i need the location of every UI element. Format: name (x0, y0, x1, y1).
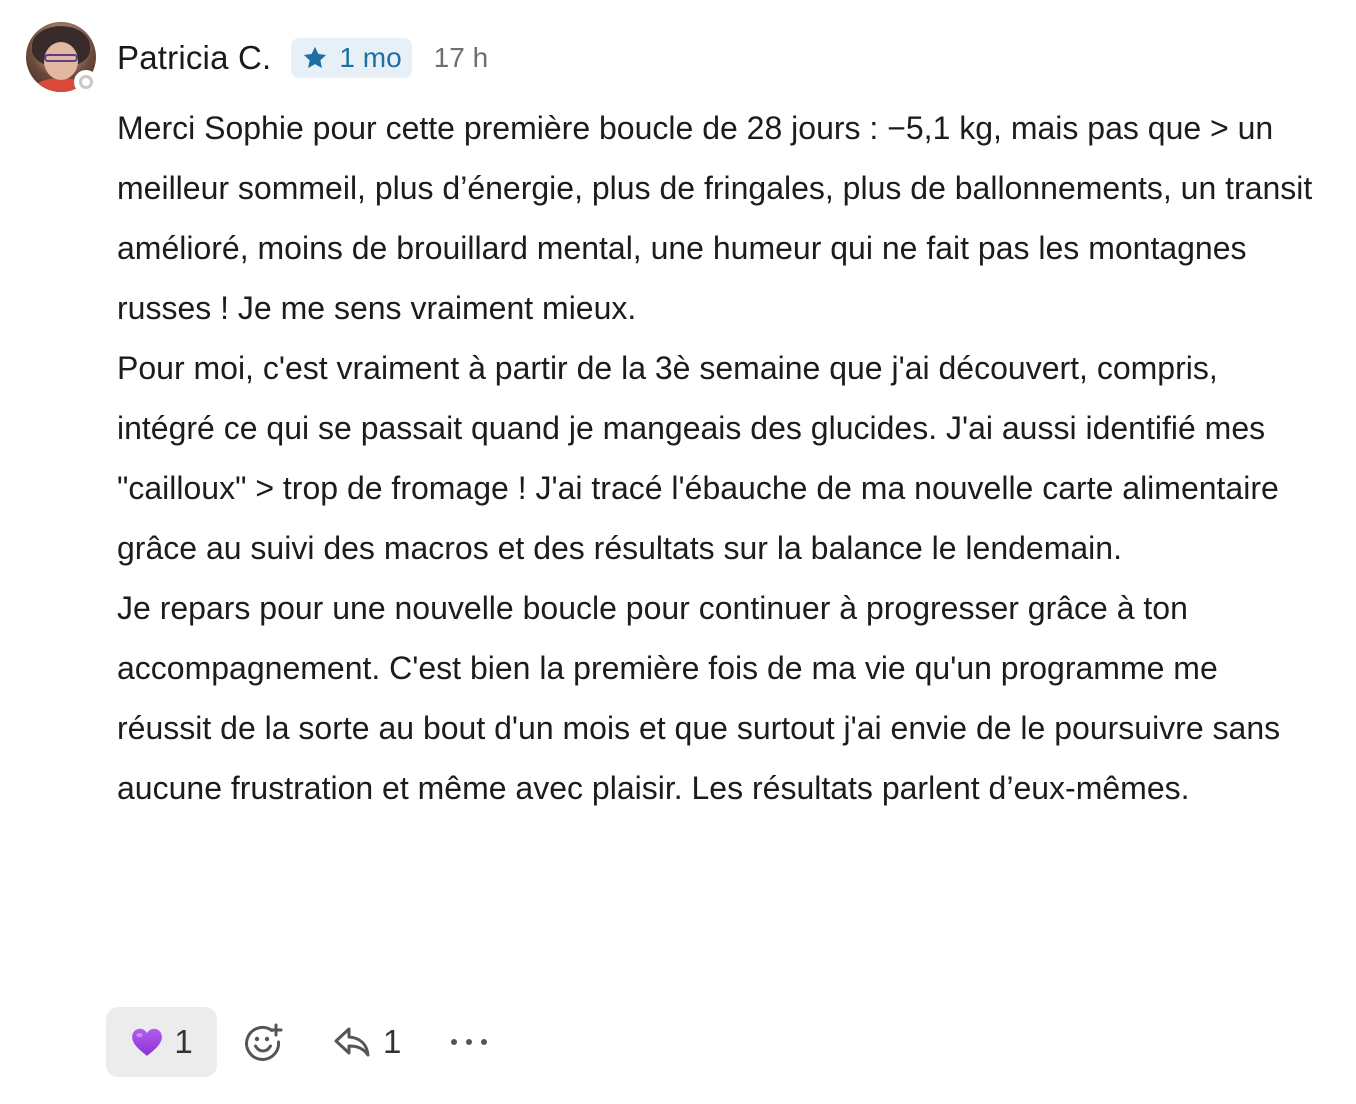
more-dot (481, 1039, 488, 1045)
comment-body: Merci Sophie pour cette première boucle … (117, 98, 1317, 818)
comment-paragraph-1: Merci Sophie pour cette première boucle … (117, 110, 1313, 326)
comment-actions: 1 1 (106, 1007, 488, 1077)
comment-header: Patricia C. 1 mo 17 h (117, 36, 488, 80)
member-badge: 1 mo (291, 38, 412, 78)
reply-button[interactable]: 1 (333, 1023, 401, 1061)
more-dot (451, 1039, 458, 1045)
more-dot (466, 1039, 473, 1045)
star-icon (304, 46, 327, 69)
timestamp[interactable]: 17 h (434, 42, 489, 74)
more-options-button[interactable] (451, 1032, 488, 1052)
add-reaction-button[interactable] (243, 1022, 283, 1062)
add-reaction-icon (245, 1023, 283, 1061)
reply-icon (334, 1027, 370, 1057)
reaction-count: 1 (174, 1023, 193, 1060)
avatar-glasses (44, 54, 78, 62)
comment-paragraph-2: Pour moi, c'est vraiment à partir de la … (117, 350, 1279, 566)
comment-card: Patricia C. 1 mo 17 h Merci Sophie pour … (0, 0, 1356, 1104)
reply-count: 1 (383, 1023, 402, 1060)
badge-label: 1 mo (339, 42, 402, 73)
author-name[interactable]: Patricia C. (117, 39, 271, 77)
purple-heart-icon (132, 1028, 163, 1056)
reaction-button[interactable]: 1 (106, 1007, 217, 1077)
comment-paragraph-3: Je repars pour une nouvelle boucle pour … (117, 590, 1281, 806)
offline-status-icon (74, 70, 98, 94)
